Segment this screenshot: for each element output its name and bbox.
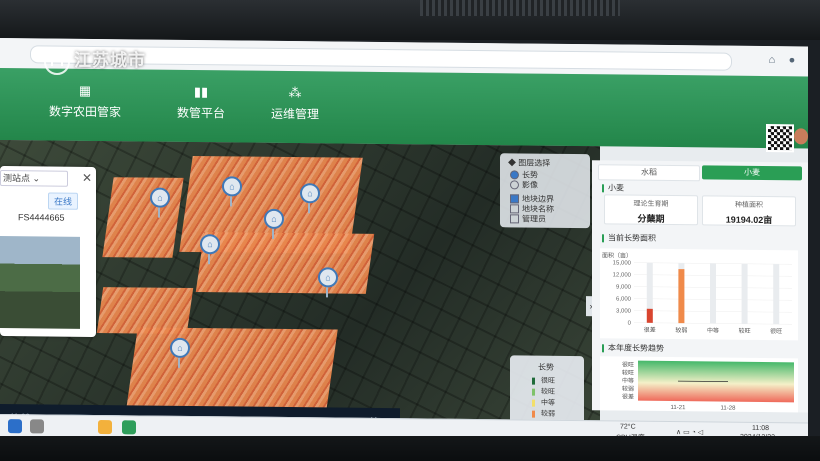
device-id: FS4444665 xyxy=(18,212,65,223)
cluster-icon: ⁂ xyxy=(288,85,302,101)
tab-wheat[interactable]: 小麦 xyxy=(702,165,802,181)
profile-icon[interactable]: ● xyxy=(786,54,798,66)
y-tick-label: 9,000 xyxy=(616,284,632,290)
x-tick-label: 较弱 xyxy=(675,326,687,334)
bar xyxy=(646,308,653,323)
bar-track xyxy=(741,263,748,324)
app-screen: ⌂ ● ▦ 数字农田管家 ▮▮ 数管平台 ⁂ 运维管理 ⌂ ⌂ ⌂ ⌂ ⌂ ⌂ ⌂ ›… xyxy=(0,38,808,447)
growth-area-chart: 面积（亩） 15,000 12,000 9,000 6,000 3,000 0 很差 较弱 中等 较… xyxy=(600,248,798,341)
x-tick-label: 较旺 xyxy=(739,327,751,335)
sensor-pin-icon[interactable]: ⌂ xyxy=(150,187,170,208)
legend-item: 较旺 xyxy=(532,387,555,397)
x-tick-label: 中等 xyxy=(707,326,719,334)
trend-line xyxy=(678,380,728,383)
station-select[interactable]: 测站点 ⌄ xyxy=(0,170,68,187)
field-block[interactable] xyxy=(195,232,375,294)
y-tick-label: 较旺 xyxy=(622,369,634,377)
grid-icon: ▦ xyxy=(78,82,92,98)
extensions-icon[interactable]: ⌂ xyxy=(766,54,778,66)
legend-item: 较弱 xyxy=(532,409,555,419)
bar xyxy=(678,269,685,324)
chart-title: 当前长势面积 xyxy=(602,232,656,244)
x-tick-label: 很差 xyxy=(644,326,656,334)
sensor-pin-icon[interactable]: ⌂ xyxy=(318,267,338,288)
legend-item: 中等 xyxy=(532,398,555,408)
close-icon[interactable]: ✕ xyxy=(82,171,92,185)
cpu-temp: 72°C xyxy=(620,423,636,431)
field-block[interactable] xyxy=(102,177,184,258)
crop-tabs: 水稻 小麦 xyxy=(598,164,804,182)
planting-area-stat: 种植面积 19194.02亩 xyxy=(702,195,796,227)
sensor-pin-icon[interactable]: ⌂ xyxy=(200,234,220,255)
broadcaster-logo-icon xyxy=(44,48,70,75)
monitor-bezel-top xyxy=(0,0,820,40)
sensor-pin-icon[interactable]: ⌂ xyxy=(170,337,190,358)
y-axis-label: 面积（亩） xyxy=(602,251,632,259)
sensor-pin-icon[interactable]: ⌂ xyxy=(300,183,320,204)
nav-ops-management[interactable]: ⁂ 运维管理 xyxy=(240,85,350,123)
y-tick-label: 6,000 xyxy=(616,296,632,302)
y-tick-label: 15,000 xyxy=(613,260,632,266)
layer-option-imagery[interactable]: 影像 xyxy=(510,179,538,190)
layers-icon: ◆ xyxy=(508,158,519,168)
windows-icon[interactable] xyxy=(8,419,22,434)
station-info-card: 测站点 ⌄ ✕ 在线 FS4444665 xyxy=(0,166,96,338)
y-tick-label: 较弱 xyxy=(622,385,634,393)
top-navigation: ▦ 数字农田管家 ▮▮ 数管平台 ⁂ 运维管理 xyxy=(0,68,808,153)
y-tick-label: 很旺 xyxy=(622,361,634,369)
monitor-vent xyxy=(420,0,620,16)
trend-chart-svg: 很旺较旺中等较弱很差 11-21 11-28 xyxy=(622,361,737,412)
bar-track xyxy=(710,263,716,324)
legend-item: 很旺 xyxy=(532,376,555,386)
qr-code-icon[interactable] xyxy=(766,124,794,153)
y-tick-label: 中等 xyxy=(622,377,634,385)
layer-panel-title: ◆ 图层选择 xyxy=(508,158,551,168)
bar-chart-svg: 面积（亩）15,000 12,000 9,000 6,000 3,000 0 很差 较弱 中等 较… xyxy=(602,251,792,335)
trend-title: 本年度长势趋势 xyxy=(602,342,664,354)
layer-check-manager[interactable]: 管理员 xyxy=(510,213,546,224)
station-photo xyxy=(0,236,80,329)
sensor-pin-icon[interactable]: ⌂ xyxy=(264,208,284,229)
y-tick-label: 很差 xyxy=(622,393,634,401)
bar-track xyxy=(773,264,780,325)
crop-info-panel: 水稻 小麦 小麦 理论生育期 分蘖期 种植面积 19194.02亩 当前长势面积 面… xyxy=(592,160,808,413)
status-badge: 在线 xyxy=(47,192,78,210)
x-tick-label: 11-21 xyxy=(671,405,687,411)
x-tick-label: 11-28 xyxy=(721,406,737,412)
avatar[interactable] xyxy=(794,128,808,145)
layer-select-panel: ◆ 图层选择 长势 影像 地块边界 地块名称 管理员 xyxy=(500,153,590,229)
y-tick-label: 3,000 xyxy=(616,308,632,314)
clock-time: 11:08 xyxy=(752,424,769,433)
monitor-bezel-bottom xyxy=(0,436,820,461)
broadcast-watermark: 江苏城市 xyxy=(44,46,146,75)
browser-icon[interactable] xyxy=(122,420,136,435)
nav-digital-farm[interactable]: ▦ 数字农田管家 xyxy=(30,82,140,120)
growth-trend-chart: 很旺 较旺 中等 较弱 很差 11-21 11-28 xyxy=(600,356,798,413)
y-tick-label: 12,000 xyxy=(613,272,632,278)
tab-rice[interactable]: 水稻 xyxy=(598,164,700,182)
section-title: 小麦 xyxy=(602,182,624,193)
x-tick-label: 很旺 xyxy=(770,327,782,335)
growth-stage-stat: 理论生育期 分蘖期 xyxy=(604,194,698,226)
y-tick-label: 0 xyxy=(628,321,632,327)
sensor-pin-icon[interactable]: ⌂ xyxy=(222,176,242,197)
search-icon[interactable] xyxy=(30,419,44,434)
legend-title: 长势 xyxy=(538,362,554,372)
folder-icon[interactable] xyxy=(98,420,112,435)
